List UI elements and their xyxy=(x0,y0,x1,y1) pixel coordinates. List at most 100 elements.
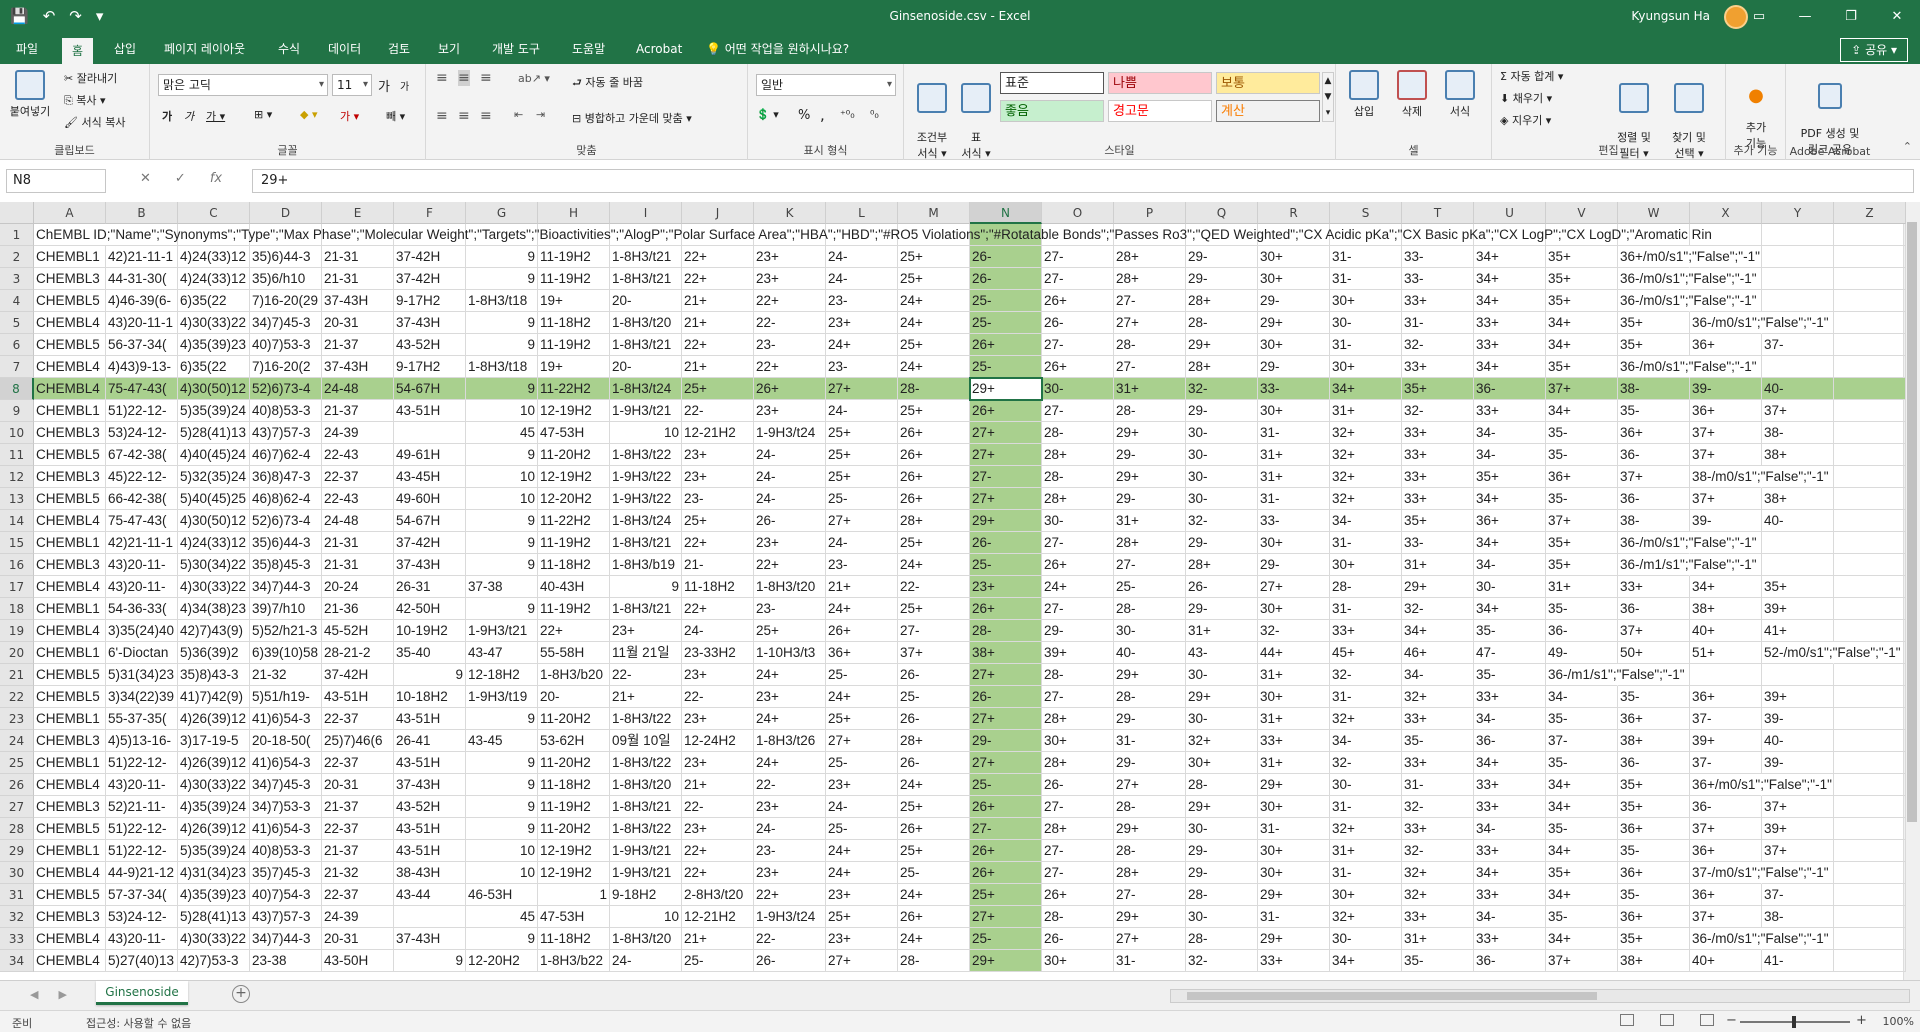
table-cell[interactable]: 30+ xyxy=(1330,554,1402,576)
table-cell[interactable]: 31+ xyxy=(1258,708,1330,730)
table-cell[interactable]: 41)6)54-3 xyxy=(250,708,322,730)
table-cell[interactable]: 4)30(50)12 xyxy=(178,378,250,400)
table-cell[interactable]: 24+ xyxy=(754,752,826,774)
table-cell[interactable]: 23+ xyxy=(754,862,826,884)
table-cell[interactable]: 25+ xyxy=(898,334,970,356)
table-cell[interactable]: 30- xyxy=(1186,818,1258,840)
table-cell[interactable]: 55-37-35( xyxy=(106,708,178,730)
table-cell[interactable] xyxy=(1834,444,1906,466)
table-cell[interactable]: 26- xyxy=(898,664,970,686)
table-cell[interactable]: 27- xyxy=(1114,554,1186,576)
table-cell[interactable]: 23+ xyxy=(682,444,754,466)
table-cell[interactable]: 25+ xyxy=(682,510,754,532)
table-cell[interactable]: 26+ xyxy=(970,334,1042,356)
table-cell[interactable]: 1-8H3/t24 xyxy=(610,378,682,400)
table-cell[interactable]: 4)30(33)22 xyxy=(178,774,250,796)
table-cell[interactable] xyxy=(1834,774,1906,796)
table-cell[interactable]: 37-43H xyxy=(394,774,466,796)
table-cell[interactable]: 10 xyxy=(466,840,538,862)
table-cell[interactable]: 26- xyxy=(1042,928,1114,950)
table-cell[interactable]: 34- xyxy=(1474,444,1546,466)
table-cell[interactable]: 47-53H xyxy=(538,906,610,928)
table-cell[interactable]: 23+ xyxy=(754,400,826,422)
style-bad[interactable]: 나쁨 xyxy=(1108,72,1212,94)
decrease-decimal-button[interactable]: ⁰₀ xyxy=(870,108,879,121)
table-cell[interactable]: 21+ xyxy=(610,686,682,708)
zoom-in-icon[interactable]: + xyxy=(1856,1013,1867,1028)
table-cell[interactable]: 9 xyxy=(466,268,538,290)
table-cell[interactable]: 33+ xyxy=(1402,488,1474,510)
table-cell[interactable]: 31- xyxy=(1258,818,1330,840)
table-cell[interactable]: 25- xyxy=(682,950,754,972)
table-cell[interactable]: 27- xyxy=(1114,290,1186,312)
table-cell[interactable]: CHEMBL4 xyxy=(34,378,106,400)
table-cell[interactable]: 23+ xyxy=(826,312,898,334)
column-header-q[interactable]: Q xyxy=(1186,202,1258,224)
table-cell[interactable]: 5)32(35)24 xyxy=(178,466,250,488)
table-cell[interactable]: 23- xyxy=(826,290,898,312)
table-cell[interactable]: 30+ xyxy=(1186,752,1258,774)
table-cell[interactable]: 1-8H3/t22 xyxy=(610,708,682,730)
add-sheet-icon[interactable]: + xyxy=(232,985,250,1003)
table-cell[interactable]: 1-8H3/b19 xyxy=(610,554,682,576)
table-cell[interactable]: 4)31(34)23 xyxy=(178,862,250,884)
table-cell[interactable]: 35+ xyxy=(1546,862,1618,884)
row-header[interactable]: 5 xyxy=(0,312,34,334)
table-cell[interactable]: 29+ xyxy=(1114,906,1186,928)
table-cell[interactable]: 23- xyxy=(682,488,754,510)
table-cell[interactable]: 34+ xyxy=(1546,840,1618,862)
table-cell[interactable]: 35- xyxy=(1402,950,1474,972)
table-cell[interactable]: 24+ xyxy=(898,290,970,312)
table-cell[interactable]: 32- xyxy=(1330,664,1402,686)
table-cell[interactable]: 24-39 xyxy=(322,422,394,444)
table-cell[interactable]: 9 xyxy=(466,752,538,774)
table-cell[interactable]: 35- xyxy=(1546,906,1618,928)
table-cell[interactable]: 35- xyxy=(1618,840,1690,862)
table-cell[interactable]: 30+ xyxy=(1258,268,1330,290)
table-cell[interactable]: 49-60H xyxy=(394,488,466,510)
table-cell[interactable]: CHEMBL4 xyxy=(34,862,106,884)
table-cell[interactable]: 26- xyxy=(970,532,1042,554)
merge-center-button[interactable]: ⊟ 병합하고 가운데 맞춤 ▾ xyxy=(572,110,692,126)
table-cell[interactable]: 43-51H xyxy=(394,840,466,862)
table-cell[interactable]: 37-43H xyxy=(322,290,394,312)
table-cell[interactable]: 36+ xyxy=(1690,840,1762,862)
table-cell[interactable]: 34- xyxy=(1402,664,1474,686)
table-cell[interactable]: CHEMBL5 xyxy=(34,334,106,356)
table-cell[interactable]: 4)26(39)12 xyxy=(178,818,250,840)
table-cell[interactable]: 36+ xyxy=(1690,334,1762,356)
table-cell[interactable]: 6)35(22 xyxy=(178,290,250,312)
table-cell[interactable] xyxy=(1834,510,1906,532)
column-header-u[interactable]: U xyxy=(1474,202,1546,224)
table-cell[interactable]: 27- xyxy=(1042,334,1114,356)
table-cell[interactable]: 29- xyxy=(1114,488,1186,510)
table-cell[interactable]: 3)35(24)40 xyxy=(106,620,178,642)
table-cell[interactable]: 47-53H xyxy=(538,422,610,444)
table-cell[interactable]: 41)7)42(9) xyxy=(178,686,250,708)
cancel-icon[interactable]: ✕ xyxy=(140,171,151,186)
table-cell[interactable]: 1-8H3/t21 xyxy=(610,598,682,620)
table-cell[interactable]: 10 xyxy=(466,862,538,884)
table-cell[interactable]: 33+ xyxy=(1402,290,1474,312)
table-cell[interactable]: 29+ xyxy=(1402,576,1474,598)
table-cell[interactable]: 25+ xyxy=(898,796,970,818)
table-cell[interactable]: 34+ xyxy=(1690,576,1762,598)
table-cell[interactable]: 29- xyxy=(1114,444,1186,466)
row-header[interactable]: 23 xyxy=(0,708,34,730)
table-cell[interactable]: 1-8H3/t21 xyxy=(610,334,682,356)
table-cell[interactable]: 38+ xyxy=(1618,730,1690,752)
table-cell[interactable]: 9 xyxy=(466,246,538,268)
table-cell[interactable]: 37+ xyxy=(1618,620,1690,642)
table-cell[interactable]: 26+ xyxy=(1042,884,1114,906)
table-cell[interactable]: 26- xyxy=(970,686,1042,708)
table-cell[interactable]: 34- xyxy=(1474,708,1546,730)
row-header[interactable]: 32 xyxy=(0,906,34,928)
table-cell[interactable]: 38+ xyxy=(1618,950,1690,972)
table-cell[interactable]: 75-47-43( xyxy=(106,510,178,532)
table-cell[interactable]: 12-18H2 xyxy=(466,664,538,686)
table-header-cell[interactable]: ChEMBL ID;"Name";"Synonyms";"Type";"Max … xyxy=(34,224,1906,246)
table-cell[interactable]: 37- xyxy=(1762,334,1834,356)
table-cell[interactable]: 34- xyxy=(1546,686,1618,708)
table-cell[interactable]: 33+ xyxy=(1474,774,1546,796)
table-cell[interactable]: 32+ xyxy=(1330,444,1402,466)
